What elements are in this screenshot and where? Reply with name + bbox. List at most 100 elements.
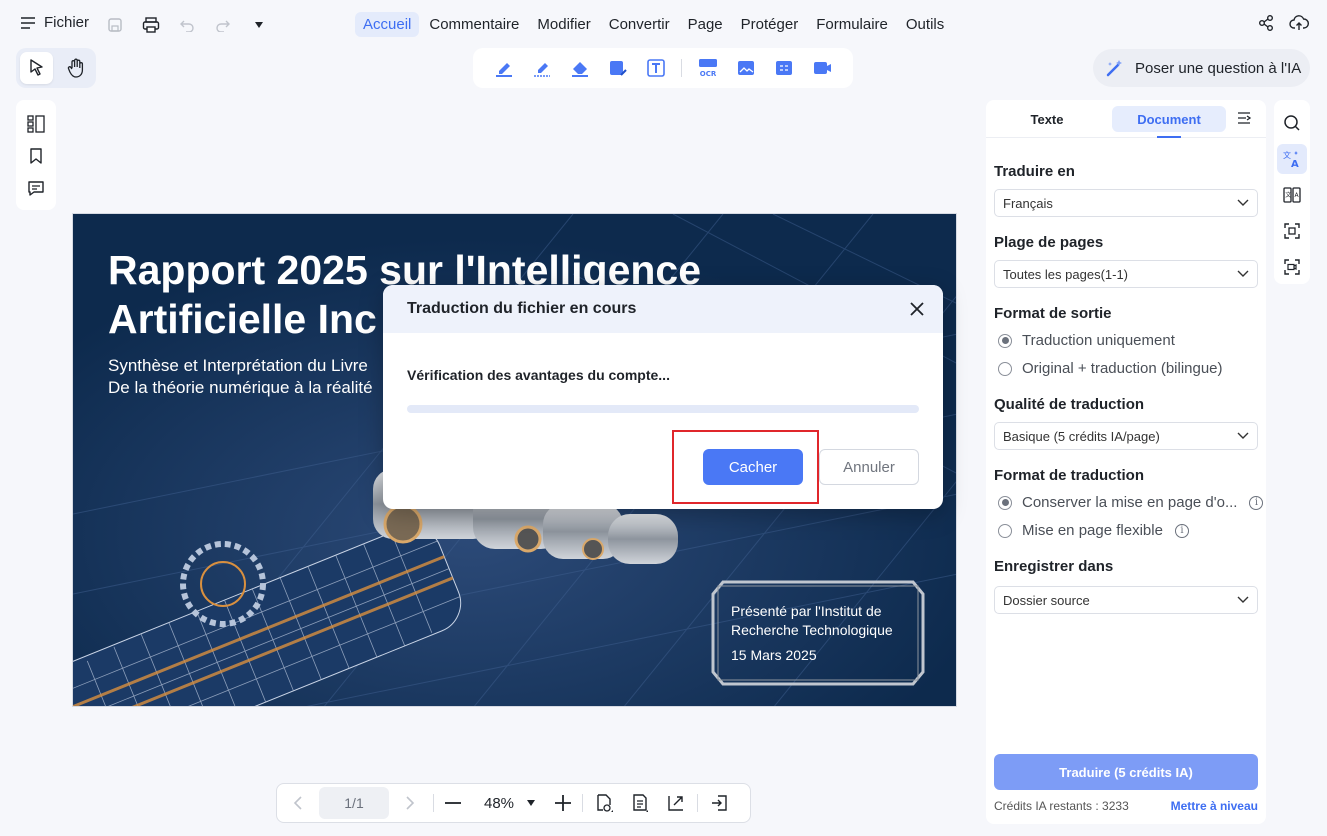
undo-icon[interactable]: [176, 14, 198, 36]
ai-translate-icon[interactable]: 文A: [1277, 144, 1307, 174]
highlight-icon[interactable]: [491, 55, 517, 81]
tab-accueil[interactable]: Accueil: [355, 12, 420, 37]
thumbnails-icon[interactable]: [26, 114, 46, 134]
zoom-in-icon[interactable]: [550, 790, 576, 816]
save-in-value: Dossier source: [1003, 592, 1090, 608]
translate-to-select[interactable]: Français: [994, 189, 1258, 217]
output-option-translation-only[interactable]: Traduction uniquement: [998, 332, 1175, 349]
radio-selected: [998, 333, 1012, 348]
tab-commentaire[interactable]: Commentaire: [421, 12, 527, 37]
svg-text:OCR: OCR: [699, 70, 716, 78]
save-icon[interactable]: [104, 14, 126, 36]
select-tool-button[interactable]: [20, 52, 53, 84]
file-menu-label: Fichier: [44, 14, 90, 31]
close-button[interactable]: [905, 297, 929, 321]
annotation-highlight-box: [672, 430, 819, 504]
save-in-label: Enregistrer dans: [994, 558, 1114, 575]
chevron-down-icon: [1237, 596, 1249, 603]
dialog-title: Traduction du fichier en cours: [407, 300, 637, 317]
print-icon[interactable]: [140, 14, 162, 36]
svg-text:文: 文: [1285, 191, 1291, 199]
output-option-bilingual[interactable]: Original + traduction (bilingue): [998, 360, 1223, 377]
quality-select[interactable]: Basique (5 crédits IA/page): [994, 422, 1258, 450]
prev-page-icon[interactable]: [285, 790, 311, 816]
save-in-select[interactable]: Dossier source: [994, 586, 1258, 614]
tab-formulaire[interactable]: Formulaire: [808, 12, 896, 37]
zoom-dropdown-icon[interactable]: [518, 790, 544, 816]
radio-unselected: [998, 523, 1012, 538]
image-icon[interactable]: [733, 55, 759, 81]
screen-capture-icon[interactable]: [1277, 252, 1307, 282]
output-format-label: Format de sortie: [994, 305, 1112, 322]
exit-fullscreen-icon[interactable]: [706, 790, 732, 816]
collapse-panel-icon[interactable]: [1236, 110, 1252, 126]
bookmark-icon[interactable]: [28, 147, 44, 165]
compare-icon[interactable]: [771, 55, 797, 81]
dialog-message: Vérification des avantages du compte...: [407, 367, 670, 383]
cursor-mode-group: [16, 48, 96, 88]
toolbar-divider: [681, 59, 683, 77]
tab-outils[interactable]: Outils: [898, 12, 952, 37]
hand-tool-button[interactable]: [59, 52, 92, 84]
menubar: Fichier Accueil Commentaire Modifier Con…: [0, 0, 1327, 50]
info-icon[interactable]: i: [1249, 495, 1264, 510]
ask-ai-button[interactable]: Poser une question à l'IA: [1093, 49, 1310, 87]
more-dropdown-icon[interactable]: [248, 14, 270, 36]
close-icon: [910, 302, 924, 316]
format-option-flexible[interactable]: Mise en page flexible i: [998, 522, 1189, 539]
translate-button[interactable]: Traduire (5 crédits IA): [994, 754, 1258, 790]
comment-icon[interactable]: [27, 179, 45, 197]
cloud-upload-icon[interactable]: [1289, 14, 1309, 32]
text-edit-icon[interactable]: [605, 55, 631, 81]
ai-sparkle-icon: [1106, 60, 1122, 77]
eraser-icon[interactable]: [567, 55, 593, 81]
page-range-select[interactable]: Toutes les pages(1-1): [994, 260, 1258, 288]
redo-icon[interactable]: [212, 14, 234, 36]
file-menu[interactable]: Fichier: [20, 14, 89, 31]
zoom-level[interactable]: 48%: [484, 795, 514, 812]
underline-icon[interactable]: [529, 55, 555, 81]
chevron-down-icon: [1237, 270, 1249, 277]
fit-page-icon[interactable]: [663, 790, 689, 816]
menubar-right: [1257, 14, 1309, 32]
translate-compare-icon[interactable]: 文A: [1277, 180, 1307, 210]
page-indicator[interactable]: 1/1: [319, 787, 389, 819]
view-mode-icon[interactable]: [591, 790, 617, 816]
pointer-icon: [29, 59, 43, 76]
zoom-out-icon[interactable]: [440, 790, 466, 816]
video-icon[interactable]: [809, 55, 835, 81]
format-option-keep-layout[interactable]: Conserver la mise en page d'o... i: [998, 494, 1264, 511]
search-icon[interactable]: [1277, 108, 1307, 138]
tab-page[interactable]: Page: [680, 12, 731, 37]
document-date: 15 Mars 2025: [731, 647, 817, 663]
radio-selected: [998, 495, 1012, 510]
translation-panel: Texte Document Traduire en Français Plag…: [986, 100, 1266, 824]
quick-tools: [104, 14, 270, 36]
tab-document[interactable]: Document: [1112, 106, 1226, 138]
divider: [697, 794, 699, 812]
page-layout-icon[interactable]: [627, 790, 653, 816]
panel-tabs: Texte Document: [986, 100, 1266, 138]
info-icon[interactable]: i: [1174, 523, 1189, 538]
tab-proteger[interactable]: Protéger: [733, 12, 807, 37]
next-page-icon[interactable]: [397, 790, 423, 816]
svg-text:A: A: [1291, 159, 1299, 169]
share-icon[interactable]: [1257, 14, 1275, 32]
tab-text[interactable]: Texte: [1000, 106, 1094, 132]
presented-line: Présenté par l'Institut de: [731, 603, 882, 619]
svg-text:A: A: [1295, 192, 1300, 199]
scan-icon[interactable]: [1277, 216, 1307, 246]
cancel-button[interactable]: Annuler: [819, 449, 919, 485]
tab-convertir[interactable]: Convertir: [601, 12, 678, 37]
text-box-icon[interactable]: [643, 55, 669, 81]
ocr-icon[interactable]: OCR: [695, 55, 721, 81]
radio-unselected: [998, 361, 1012, 376]
left-sidebar: [16, 100, 56, 210]
translate-to-label: Traduire en: [994, 163, 1075, 180]
format-option-label: Mise en page flexible: [1022, 522, 1163, 539]
format-option-label: Conserver la mise en page d'o...: [1022, 494, 1238, 511]
upgrade-link[interactable]: Mettre à niveau: [1171, 799, 1258, 813]
tab-modifier[interactable]: Modifier: [529, 12, 598, 37]
translation-format-label: Format de traduction: [994, 467, 1145, 484]
output-option-label: Original + traduction (bilingue): [1022, 360, 1223, 377]
